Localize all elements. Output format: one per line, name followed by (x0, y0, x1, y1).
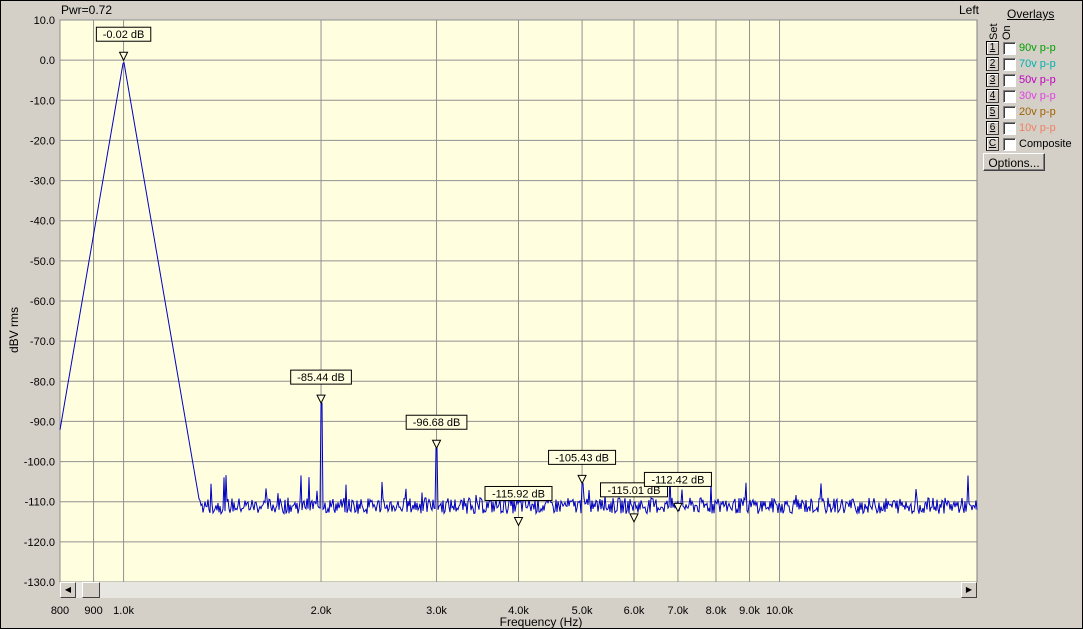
overlay-label: 10v p-p (1019, 122, 1056, 134)
overlay-label: 50v p-p (1019, 74, 1056, 86)
overlay-set-button-c[interactable]: C (986, 137, 999, 151)
x-tick-label: 1.0k (113, 605, 134, 617)
y-tick-label: -100.0 (24, 457, 55, 469)
y-tick-label: -130.0 (24, 577, 55, 589)
x-axis-label: Frequency (Hz) (500, 615, 583, 629)
on-column-label: On (1001, 25, 1013, 40)
overlay-set-button-1[interactable]: 1 (986, 41, 999, 55)
overlay-row-4: 4 30v p-p (986, 89, 1083, 104)
marker-label: -0.02 dB (103, 29, 145, 41)
options-button[interactable]: Options... (983, 153, 1045, 171)
overlay-on-checkbox-c[interactable] (1003, 138, 1016, 151)
overlay-label: 70v p-p (1019, 58, 1056, 70)
overlay-set-button-6[interactable]: 6 (986, 121, 999, 135)
y-tick-label: -80.0 (30, 376, 55, 388)
overlay-on-checkbox-6[interactable] (1003, 122, 1016, 135)
overlay-set-button-3[interactable]: 3 (986, 73, 999, 87)
scroll-thumb[interactable] (82, 582, 100, 598)
overlay-label: Composite (1019, 138, 1072, 150)
marker-label: -96.68 dB (413, 417, 461, 429)
marker-label: -85.44 dB (297, 372, 345, 384)
y-tick-label: -90.0 (30, 416, 55, 428)
x-tick-label: 7.0k (668, 605, 689, 617)
marker-label: -112.42 dB (651, 474, 704, 486)
y-tick-label: -30.0 (30, 176, 55, 188)
overlay-set-button-5[interactable]: 5 (986, 105, 999, 119)
y-tick-label: 10.0 (34, 15, 55, 27)
x-tick-label: 900 (84, 605, 102, 617)
y-tick-label: 0.0 (40, 55, 55, 67)
overlay-row-c: C Composite (986, 137, 1083, 152)
overlay-row-5: 5 20v p-p (986, 105, 1083, 120)
y-tick-label: -110.0 (25, 497, 55, 509)
scroll-right-button[interactable]: ▶ (961, 582, 977, 598)
overlay-row-6: 6 10v p-p (986, 121, 1083, 136)
scroll-left-button[interactable]: ◀ (60, 582, 76, 598)
overlay-on-checkbox-2[interactable] (1003, 58, 1016, 71)
y-tick-label: -60.0 (30, 296, 55, 308)
overlay-row-1: 1 90v p-p (986, 41, 1083, 56)
x-tick-label: 6.0k (624, 605, 645, 617)
set-column-label: Set (988, 23, 1000, 40)
y-tick-label: -70.0 (30, 336, 55, 348)
overlay-set-button-4[interactable]: 4 (986, 89, 999, 103)
x-axis-ticks: 800 900 1.0k 2.0k 3.0k 4.0k 5.0k 6.0k 7.0k 8.0k 9.… (51, 605, 794, 617)
overlay-label: 90v p-p (1019, 42, 1056, 54)
marker-label: -105.43 dB (555, 452, 609, 464)
overlays-title: Overlays (1007, 7, 1055, 21)
y-axis-label: dBV rms (7, 307, 21, 353)
y-tick-label: -50.0 (30, 256, 55, 268)
marker-label: -115.92 dB (492, 488, 545, 500)
overlay-on-checkbox-1[interactable] (1003, 42, 1016, 55)
x-tick-label: 3.0k (426, 605, 447, 617)
y-tick-label: -120.0 (24, 537, 55, 549)
overlay-label: 30v p-p (1019, 90, 1056, 102)
spectrum-chart: 10.0 0.0 -10.0 -20.0 -30.0 -40.0 -50.0 -60.0 -70… (7, 15, 978, 629)
y-axis-ticks: 10.0 0.0 -10.0 -20.0 -30.0 -40.0 -50.0 -60.0 -70… (24, 15, 55, 589)
overlay-row-2: 2 70v p-p (986, 57, 1083, 72)
x-tick-label: 8.0k (706, 605, 727, 617)
x-tick-label: 9.0k (739, 605, 760, 617)
overlay-on-checkbox-4[interactable] (1003, 90, 1016, 103)
overlay-on-checkbox-3[interactable] (1003, 74, 1016, 87)
horizontal-scrollbar[interactable]: ◀ ▶ (60, 582, 977, 598)
x-tick-label: 10.0k (766, 605, 793, 617)
overlay-label: 20v p-p (1019, 106, 1056, 118)
y-tick-label: -10.0 (30, 95, 55, 107)
overlay-on-checkbox-5[interactable] (1003, 106, 1016, 119)
y-tick-label: -20.0 (30, 135, 55, 147)
y-tick-label: -40.0 (30, 216, 55, 228)
overlay-row-3: 3 50v p-p (986, 73, 1083, 88)
x-tick-label: 2.0k (311, 605, 332, 617)
x-tick-label: 800 (51, 605, 69, 617)
overlay-set-button-2[interactable]: 2 (986, 57, 999, 71)
